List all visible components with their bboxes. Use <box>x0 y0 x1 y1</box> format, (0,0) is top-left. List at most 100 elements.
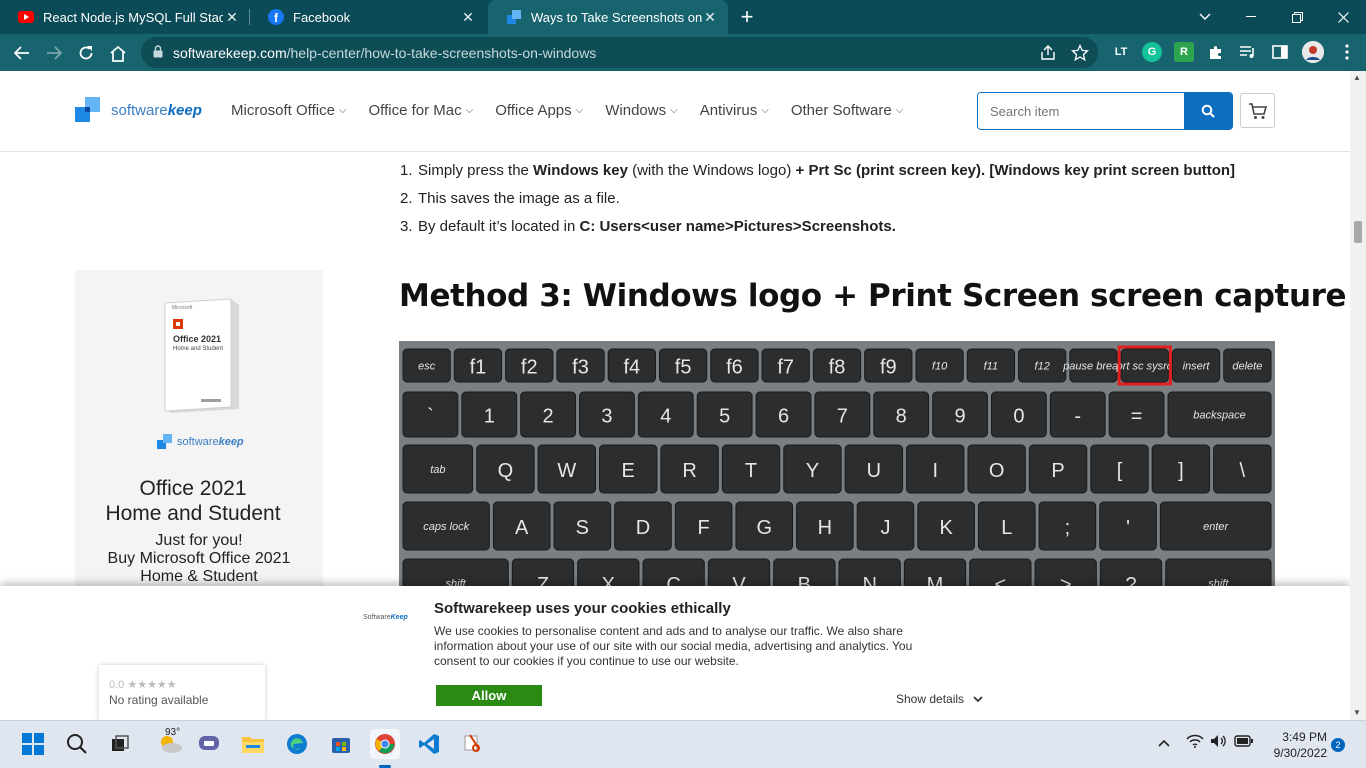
sidebar-ad[interactable]: Microsoft Office 2021 Home and Student s… <box>75 270 323 600</box>
search-icon <box>1201 104 1215 118</box>
scroll-down-arrow-icon[interactable]: ▼ <box>1353 708 1361 717</box>
store-button[interactable] <box>326 729 356 759</box>
tab-facebook[interactable]: f Facebook ✕ <box>250 0 486 34</box>
cookie-title: Softwarekeep uses your cookies ethically <box>434 600 731 617</box>
tab-youtube[interactable]: React Node.js MySQL Full Stack E ✕ <box>0 0 250 34</box>
keyboard-key-label: f12 <box>1035 361 1050 373</box>
url-path: /help-center/how-to-take-screenshots-on-… <box>286 45 597 61</box>
teams-chat-button[interactable] <box>194 729 224 759</box>
battery-icon[interactable] <box>1234 734 1254 750</box>
scrollbar-thumb[interactable] <box>1354 221 1362 243</box>
keyboard-key-label: S <box>576 517 589 539</box>
close-tab-icon[interactable]: ✕ <box>224 9 240 25</box>
keyboard-key: pause break <box>1062 348 1124 383</box>
home-button[interactable] <box>105 40 131 66</box>
keyboard-key: prt sc sysrq <box>1116 345 1174 386</box>
extension-label: LT <box>1114 46 1128 58</box>
menu-kebab-icon[interactable] <box>1337 42 1357 62</box>
url-text[interactable]: softwarekeep.com/help-center/how-to-take… <box>173 45 596 61</box>
keyboard-key: = <box>1108 391 1165 438</box>
cart-icon <box>1248 102 1267 119</box>
task-view-button[interactable] <box>105 729 135 759</box>
minimize-button[interactable] <box>1228 0 1274 34</box>
keyboard-key: ' <box>1099 501 1157 551</box>
rating-widget[interactable]: 0.0 ★★★★★ No rating available <box>99 665 265 720</box>
notification-badge[interactable]: 2 <box>1331 738 1345 752</box>
keyboard-key: P <box>1028 444 1088 494</box>
show-details-button[interactable]: Show details <box>896 692 983 706</box>
show-hidden-icons-button[interactable] <box>1158 734 1170 750</box>
close-tab-icon[interactable]: ✕ <box>460 9 476 25</box>
vscode-button[interactable] <box>414 729 444 759</box>
keyboard-key-label: f10 <box>932 361 948 373</box>
nav-microsoft-office[interactable]: Microsoft Office ⌵ <box>231 102 347 119</box>
allow-cookies-button[interactable]: Allow <box>436 685 542 706</box>
reload-button[interactable] <box>73 40 99 66</box>
languagetool-extension-icon[interactable]: LT <box>1111 42 1131 62</box>
new-tab-button[interactable]: + <box>736 6 758 29</box>
wifi-icon[interactable] <box>1186 734 1204 751</box>
start-button[interactable] <box>18 729 48 759</box>
bookmark-star-icon[interactable] <box>1070 43 1090 62</box>
keyboard-key: f12 <box>1018 348 1067 383</box>
chevron-up-icon <box>1158 739 1170 747</box>
restore-button[interactable] <box>1274 0 1320 34</box>
chrome-button[interactable] <box>370 729 400 759</box>
back-button[interactable] <box>9 40 35 66</box>
chevron-down-icon: ⌵ <box>575 105 584 116</box>
chevron-down-icon: ⌵ <box>895 105 904 116</box>
search-input[interactable] <box>978 93 1184 129</box>
close-tab-icon[interactable]: ✕ <box>702 9 718 25</box>
side-panel-icon[interactable] <box>1270 42 1290 62</box>
clock[interactable]: 3:49 PM 9/30/2022 <box>1265 729 1327 761</box>
keyboard-key: f11 <box>966 348 1016 383</box>
search-button[interactable] <box>1184 93 1232 129</box>
forward-button[interactable] <box>41 40 67 66</box>
grammarly-extension-icon[interactable]: G <box>1142 42 1162 62</box>
weather-widget[interactable]: 93° <box>150 727 190 759</box>
cart-button[interactable] <box>1240 93 1275 128</box>
keyboard-key: D <box>614 501 672 551</box>
nav-label: Windows <box>605 102 667 119</box>
browser-tabstrip: React Node.js MySQL Full Stack E ✕ f Fac… <box>0 0 1366 34</box>
nav-other-software[interactable]: Other Software ⌵ <box>791 102 903 119</box>
keyboard-key: 0 <box>990 391 1047 438</box>
ad-sub-line: Buy Microsoft Office 2021 <box>107 550 291 567</box>
share-icon[interactable] <box>1039 44 1057 62</box>
step-text: By default it’s located in <box>418 218 580 235</box>
edge-button[interactable] <box>282 729 312 759</box>
lock-icon[interactable] <box>153 45 163 63</box>
tab-search-chevron-icon[interactable] <box>1182 0 1228 34</box>
ad-logo-suffix: keep <box>218 436 244 448</box>
softwarekeep-logo[interactable]: softwarekeep <box>75 97 202 123</box>
tab-softwarekeep[interactable]: Ways to Take Screenshots on Wi ✕ <box>488 0 728 34</box>
extensions-puzzle-icon[interactable] <box>1206 42 1226 62</box>
address-bar[interactable]: softwarekeep.com/help-center/how-to-take… <box>141 37 1098 68</box>
nav-office-apps[interactable]: Office Apps ⌵ <box>495 102 583 119</box>
keyboard-key: \ <box>1213 444 1272 494</box>
profile-avatar[interactable] <box>1302 41 1324 63</box>
nav-office-for-mac[interactable]: Office for Mac ⌵ <box>369 102 474 119</box>
keyboard-key-label: caps lock <box>423 521 469 533</box>
nav-windows[interactable]: Windows ⌵ <box>605 102 677 119</box>
keyboard-key: esc <box>402 348 451 383</box>
volume-icon[interactable] <box>1210 734 1228 751</box>
r-extension-icon[interactable]: R <box>1174 42 1194 62</box>
keyboard-key-label: - <box>1074 406 1081 428</box>
nav-antivirus[interactable]: Antivirus ⌵ <box>700 102 769 119</box>
logo-suffix: keep <box>167 101 202 119</box>
file-explorer-button[interactable] <box>238 729 268 759</box>
close-window-button[interactable] <box>1320 0 1366 34</box>
list-number: 1. <box>400 162 413 179</box>
page-scrollbar[interactable]: ▲ ▼ <box>1350 71 1366 720</box>
chevron-down-icon <box>973 695 983 702</box>
keyboard-key-label: K <box>939 517 953 539</box>
snipping-tool-button[interactable] <box>458 729 488 759</box>
scroll-up-arrow-icon[interactable]: ▲ <box>1353 73 1361 82</box>
keyboard-key: K <box>917 501 975 551</box>
youtube-icon <box>18 9 34 25</box>
keyboard-key-label: 2 <box>543 406 554 428</box>
keyboard-key-label: T <box>745 460 757 482</box>
search-button[interactable] <box>62 729 92 759</box>
media-playlist-icon[interactable] <box>1238 42 1258 62</box>
